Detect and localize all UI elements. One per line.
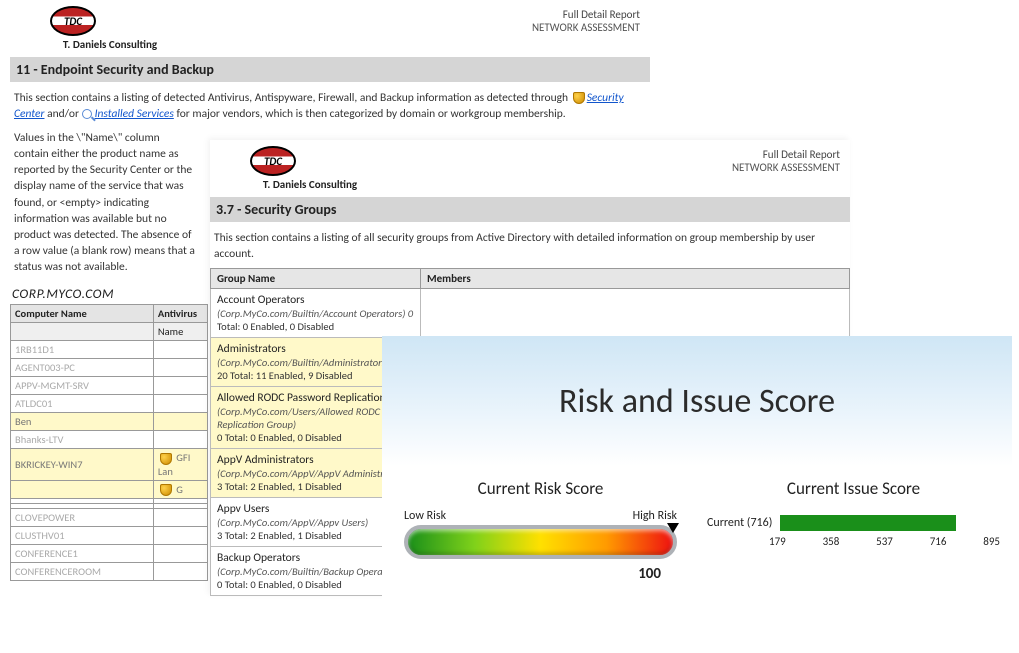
- cell-computer-name: CONFERENCE1: [11, 545, 154, 563]
- th-name: Name: [153, 323, 207, 341]
- magnifier-icon: [82, 109, 92, 119]
- th-antivirus: Antivirus: [153, 305, 207, 323]
- cell-computer-name: CONFERENCEROOM: [11, 563, 154, 581]
- cell-computer-name: 1RB11D1: [11, 341, 154, 359]
- table-row: CONFERENCE1: [11, 545, 208, 563]
- risk-score-title: Current Risk Score: [394, 478, 687, 499]
- gauge-low-label: Low Risk: [404, 509, 446, 523]
- table-header-row: Group Name Members: [211, 269, 850, 289]
- risk-gauge: Low Risk High Risk 100: [394, 509, 687, 583]
- issue-axis: 179 358 537 716 895: [707, 531, 1000, 548]
- table-row: CLOVEPOWER: [11, 509, 208, 527]
- group-name: Account Operators: [217, 293, 414, 307]
- panel-banner: Risk and Issue Score: [382, 336, 1012, 466]
- table-row: ATLDC01: [11, 395, 208, 413]
- risk-score-value: 100: [404, 559, 677, 583]
- brand-company-name: T. Daniels Consulting: [50, 38, 170, 51]
- table-row: AGENT003-PC: [11, 359, 208, 377]
- table-row: 1RB11D1: [11, 341, 208, 359]
- logo-icon: TDC: [250, 146, 296, 176]
- cell-antivirus-name: [153, 395, 207, 413]
- th-blank: [11, 323, 154, 341]
- issue-bar-row: Current (716): [707, 515, 1000, 531]
- cell-antivirus-name: [153, 509, 207, 527]
- table-row: Bhanks-LTV: [11, 431, 208, 449]
- intro1-part-c: for major vendors, which is then categor…: [176, 107, 565, 121]
- issue-bar-label: Current (716): [707, 516, 772, 530]
- cell-members: [421, 289, 850, 338]
- cell-computer-name: CLOVEPOWER: [11, 509, 154, 527]
- cell-antivirus-name: [153, 413, 207, 431]
- issue-score-column: Current Issue Score Current (716) 179 358…: [707, 478, 1000, 583]
- doc-meta-line2: NETWORK ASSESSMENT: [732, 161, 840, 174]
- security-center-shield-icon: [573, 92, 585, 104]
- cell-computer-name: ATLDC01: [11, 395, 154, 413]
- intro1-part-b: and/or: [47, 107, 82, 121]
- gauge-needle-icon: [667, 523, 679, 533]
- installed-services-link[interactable]: Installed Services: [95, 107, 174, 121]
- issue-score-title: Current Issue Score: [707, 478, 1000, 499]
- axis-tick: 537: [876, 535, 893, 548]
- doc-meta-block: Full Detail Report NETWORK ASSESSMENT: [532, 8, 640, 34]
- table-row: Account Operators(Corp.MyCo.com/Builtin/…: [211, 289, 850, 338]
- doc-meta-line1: Full Detail Report: [732, 148, 840, 161]
- cell-computer-name: Ben: [11, 413, 154, 431]
- cell-antivirus-name: G: [153, 480, 207, 499]
- table-row: Ben: [11, 413, 208, 431]
- axis-tick: 179: [769, 535, 786, 548]
- table-row: BKRICKEY-WIN7 GFI Lan: [11, 449, 208, 481]
- cell-antivirus-name: [153, 431, 207, 449]
- computers-table: Computer Name Antivirus Name 1RB11D1AGEN…: [10, 304, 208, 581]
- cell-computer-name: Bhanks-LTV: [11, 431, 154, 449]
- cell-antivirus-name: GFI Lan: [153, 449, 207, 481]
- panel-title: Risk and Issue Score: [559, 381, 835, 422]
- gauge-high-label: High Risk: [633, 509, 677, 523]
- intro1-part-a: This section contains a listing of detec…: [14, 91, 571, 105]
- doc-meta-line2: NETWORK ASSESSMENT: [532, 21, 640, 34]
- risk-gauge-bar: [404, 525, 677, 559]
- cell-antivirus-name: [153, 377, 207, 395]
- section-title-bar: 11 - Endpoint Security and Backup: [10, 57, 650, 82]
- cell-antivirus-name: [153, 527, 207, 545]
- group-totals: Total: 0 Enabled, 0 Disabled: [217, 320, 414, 333]
- issue-bar-fill: [780, 515, 956, 531]
- table-subheader-row: Name: [11, 323, 208, 341]
- group-path: (Corp.MyCo.com/Builtin/Account Operators…: [217, 307, 414, 320]
- cell-computer-name: APPV-MGMT-SRV: [11, 377, 154, 395]
- axis-tick: 358: [823, 535, 840, 548]
- doc-meta-block: Full Detail Report NETWORK ASSESSMENT: [732, 148, 840, 174]
- th-computer-name: Computer Name: [11, 305, 154, 323]
- logo-icon: TDC: [50, 6, 96, 36]
- cell-antivirus-name: [153, 341, 207, 359]
- axis-tick: 895: [983, 535, 1000, 548]
- table-row: CLUSTHV01: [11, 527, 208, 545]
- cell-computer-name: AGENT003-PC: [11, 359, 154, 377]
- cell-antivirus-name: [153, 359, 207, 377]
- table-row: APPV-MGMT-SRV: [11, 377, 208, 395]
- th-group-name: Group Name: [211, 269, 421, 289]
- table-header-row: Computer Name Antivirus: [11, 305, 208, 323]
- risk-score-column: Current Risk Score Low Risk High Risk 10…: [394, 478, 687, 583]
- section-title-bar: 3.7 - Security Groups: [210, 197, 850, 222]
- brand-company-name: T. Daniels Consulting: [250, 178, 370, 191]
- axis-tick: 716: [930, 535, 947, 548]
- risk-issue-score-panel: Risk and Issue Score Current Risk Score …: [382, 336, 1012, 646]
- cell-computer-name: [11, 480, 154, 499]
- issue-bar-track: [780, 515, 1000, 531]
- th-members: Members: [421, 269, 850, 289]
- table-row: G: [11, 480, 208, 499]
- table-row: CONFERENCEROOM: [11, 563, 208, 581]
- antivirus-shield-icon: [160, 453, 172, 465]
- cell-group-name: Account Operators(Corp.MyCo.com/Builtin/…: [211, 289, 421, 338]
- antivirus-shield-icon: [160, 484, 172, 496]
- cell-computer-name: CLUSTHV01: [11, 527, 154, 545]
- cell-computer-name: BKRICKEY-WIN7: [11, 449, 154, 481]
- section-intro-2: Values in the \"Name\" column contain ei…: [10, 122, 200, 275]
- cell-antivirus-name: [153, 563, 207, 581]
- section-intro-1: This section contains a listing of detec…: [10, 82, 650, 122]
- doc-meta-line1: Full Detail Report: [532, 8, 640, 21]
- section-intro: This section contains a listing of all s…: [210, 222, 850, 262]
- cell-antivirus-name: [153, 545, 207, 563]
